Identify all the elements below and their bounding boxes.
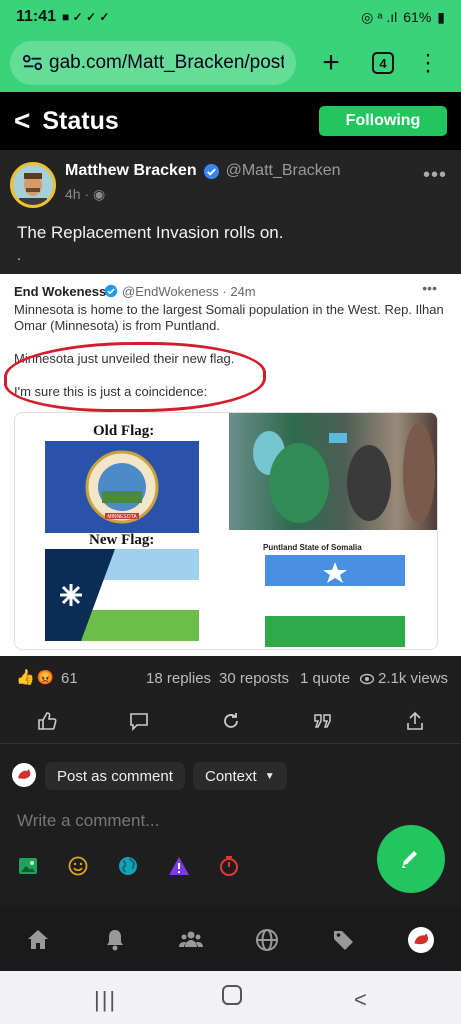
post-stats: 👍 😡 61 18 replies 30 reposts 1 quote 2.1… (0, 656, 461, 698)
old-minnesota-flag: MINNESOTA (45, 441, 199, 533)
system-back-icon[interactable]: < (354, 987, 367, 1013)
red-circle-annotation (4, 342, 266, 412)
post-card: Matthew Bracken @Matt_Bracken 4h · ◉ •••… (0, 150, 461, 656)
notification-icons: ■ ✓ ✓ ✓ (62, 10, 110, 24)
author-name[interactable]: Matthew Bracken (65, 162, 197, 180)
pencil-icon (402, 851, 417, 868)
embedded-options-icon: ••• (422, 280, 437, 296)
marketplace-tags-icon[interactable] (331, 927, 357, 953)
views-label: 2.1k views (378, 670, 449, 687)
context-label: Context (205, 767, 257, 785)
eye-icon (360, 673, 374, 684)
battery-icon: ▮ (437, 8, 445, 25)
author-handle[interactable]: @Matt_Bracken (226, 162, 341, 180)
puntland-flag (265, 555, 405, 647)
angry-reaction-icon: 😡 (36, 668, 55, 685)
compose-fab-button[interactable] (377, 825, 445, 893)
comment-input[interactable]: Write a comment... (17, 811, 159, 831)
context-dropdown[interactable]: Context ▼ (193, 762, 287, 790)
browser-menu-icon[interactable]: · · · (424, 43, 432, 83)
comment-icon[interactable] (128, 710, 150, 732)
puntland-flag-title: Puntland State of Somalia (263, 543, 362, 552)
old-flag-title: Old Flag: (93, 423, 155, 439)
tab-switcher-button[interactable]: 4 (372, 52, 394, 74)
post-options-icon[interactable]: ••• (423, 164, 447, 187)
gab-frog-icon (18, 769, 31, 779)
like-reaction-icon: 👍 (16, 669, 35, 686)
repost-icon[interactable] (220, 710, 242, 732)
verified-icon (203, 163, 219, 179)
visibility-globe-icon[interactable] (117, 855, 139, 877)
site-settings-icon[interactable] (22, 52, 43, 73)
bottom-navigation (0, 907, 461, 971)
new-flag-title: New Flag: (89, 532, 155, 548)
page-title: Status (42, 106, 119, 135)
browser-toolbar: gab.com/Matt_Bracken/posts + 4 · · · (0, 34, 461, 92)
following-button[interactable]: Following (319, 106, 447, 136)
signal-icon: ◎ ᵃ .ıl (361, 8, 398, 25)
quote-icon[interactable] (312, 710, 334, 732)
quotes-count[interactable]: 1 quote (300, 670, 350, 687)
public-icon: ◉ (93, 186, 106, 202)
post-text: The Replacement Invasion rolls on. (17, 223, 284, 242)
home-icon[interactable] (25, 927, 51, 953)
my-avatar[interactable] (12, 763, 36, 787)
post-image[interactable]: End Wokeness @EndWokeness · 24m ••• Minn… (0, 274, 461, 656)
page-header: < Status Following (0, 92, 461, 150)
groups-icon[interactable] (178, 927, 204, 953)
avatar[interactable] (10, 162, 56, 208)
image-upload-icon[interactable] (17, 855, 39, 877)
notifications-icon[interactable] (102, 927, 128, 953)
like-icon[interactable] (36, 710, 58, 732)
embedded-author-name: End Wokeness (14, 284, 107, 299)
share-icon[interactable] (404, 710, 426, 732)
explore-globe-icon[interactable] (254, 927, 280, 953)
embedded-media-grid: Old Flag: MINNESOTA New Flag: Puntland S… (14, 412, 438, 650)
caret-down-icon: ▼ (264, 770, 275, 782)
embedded-meta: @EndWokeness · 24m (122, 284, 256, 299)
replies-count[interactable]: 18 replies (146, 670, 211, 687)
embedded-verified-icon (104, 284, 118, 298)
clock: 11:41 (16, 8, 57, 25)
post-actions (0, 698, 461, 744)
back-icon[interactable]: < (14, 105, 30, 137)
address-bar[interactable]: gab.com/Matt_Bracken/posts (10, 41, 296, 85)
system-status-bar: 11:41 ■ ✓ ✓ ✓ ◎ ᵃ .ıl 61% ▮ (0, 0, 461, 34)
crowd-photo (229, 413, 437, 530)
embedded-text-1: Minnesota is home to the largest Somali … (14, 302, 444, 333)
post-text-trailing: . (17, 247, 21, 263)
url-text: gab.com/Matt_Bracken/posts (49, 52, 284, 73)
recent-apps-icon[interactable]: ||| (94, 987, 117, 1013)
seal-label: MINNESOTA (107, 514, 137, 520)
profile-avatar[interactable] (408, 927, 434, 953)
reaction-count[interactable]: 61 (61, 670, 78, 687)
gab-frog-avatar-icon (414, 933, 429, 945)
post-time[interactable]: 4h · (65, 186, 89, 202)
comment-composer: Post as comment Context ▼ Write a commen… (0, 745, 461, 907)
reactions-summary[interactable]: 👍 😡 (16, 668, 55, 687)
reposts-count[interactable]: 30 reposts (219, 670, 289, 687)
post-as-comment-button[interactable]: Post as comment (45, 762, 185, 790)
avatar-image (13, 165, 53, 205)
new-tab-button[interactable]: + (318, 46, 344, 80)
views-count: 2.1k views (360, 670, 448, 687)
battery-level: 61% (403, 9, 432, 25)
post-author: Matthew Bracken @Matt_Bracken 4h · ◉ (10, 162, 341, 208)
home-button-icon[interactable] (222, 985, 242, 1005)
new-minnesota-flag (45, 549, 199, 641)
emoji-icon[interactable] (67, 855, 89, 877)
content-warning-icon[interactable] (168, 855, 190, 877)
system-navigation-bar: ||| < (0, 971, 461, 1024)
timer-icon[interactable] (218, 855, 240, 877)
